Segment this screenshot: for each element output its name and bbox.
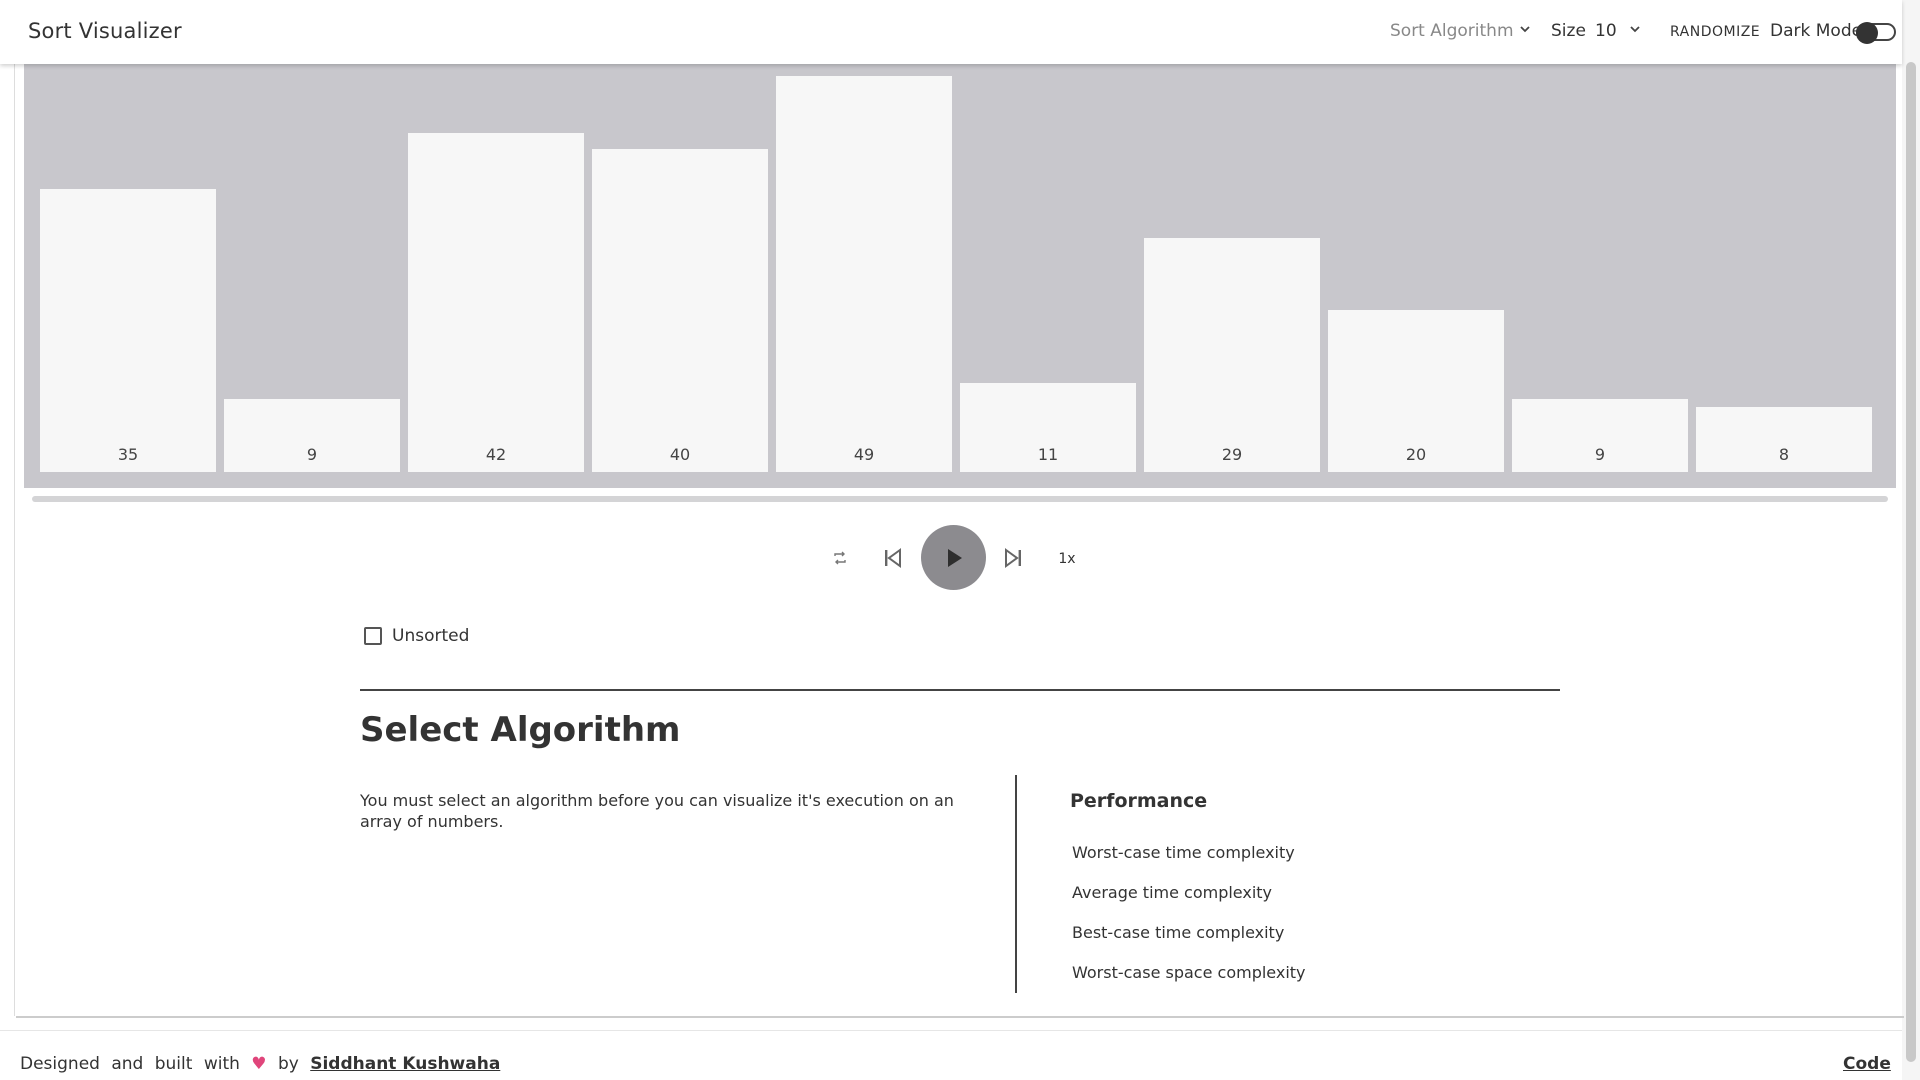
footer-prefix: Designed and built with — [20, 1054, 240, 1074]
footer-by: by — [277, 1054, 299, 1074]
vertical-divider — [1015, 775, 1017, 993]
repeat-button[interactable] — [828, 546, 852, 570]
author-link[interactable]: Siddhant Kushwaha — [310, 1054, 500, 1074]
bar-value-label: 20 — [1405, 445, 1427, 464]
page-border — [14, 64, 15, 1016]
progress-bar[interactable] — [32, 496, 1888, 502]
bar-value-label: 29 — [1221, 445, 1243, 464]
skip-previous-icon — [885, 548, 901, 568]
footer-divider — [16, 1016, 1904, 1018]
repeat-icon — [834, 551, 846, 565]
bar-value-label: 9 — [306, 445, 318, 464]
footer-credit: Designed and built with ♥ by Siddhant Ku… — [20, 1054, 500, 1074]
bar-value-label: 40 — [669, 445, 691, 464]
chevron-down-icon[interactable] — [1518, 22, 1532, 36]
bar-value-label: 35 — [117, 445, 139, 464]
chart-bar — [1144, 237, 1320, 472]
app-header: Sort Visualizer Sort Algorithm Size 10 R… — [0, 0, 1902, 64]
app-title: Sort Visualizer — [28, 19, 182, 43]
checkbox-label: Unsorted — [392, 626, 470, 646]
chart-bar — [40, 189, 216, 472]
unsorted-checkbox[interactable] — [364, 627, 382, 645]
dark-mode-label: Dark Mode — [1770, 21, 1863, 41]
dark-mode-toggle[interactable] — [1856, 22, 1896, 44]
previous-step-button[interactable] — [880, 544, 906, 572]
algorithm-select[interactable]: Sort Algorithm — [1390, 21, 1514, 41]
chart-bar — [408, 132, 584, 472]
play-icon — [947, 548, 962, 567]
size-select[interactable]: 10 — [1595, 21, 1617, 41]
algorithm-description: You must select an algorithm before you … — [360, 791, 954, 831]
page-scrollbar[interactable] — [1902, 0, 1920, 1080]
randomize-button[interactable]: RANDOMIZE — [1670, 24, 1760, 40]
chart-bar — [592, 148, 768, 472]
bar-value-label: 11 — [1037, 445, 1059, 464]
section-divider — [360, 689, 1560, 691]
bar-value-label: 8 — [1778, 445, 1790, 464]
unsorted-toggle[interactable]: Unsorted — [364, 626, 469, 646]
toggle-knob — [1856, 22, 1878, 44]
performance-item: Average time complexity — [1072, 883, 1273, 902]
chevron-down-icon[interactable] — [1628, 22, 1642, 36]
skip-next-icon — [1005, 548, 1021, 568]
code-link[interactable]: Code — [1843, 1054, 1891, 1074]
speed-button[interactable]: 1x — [1056, 549, 1078, 569]
section-title: Select Algorithm — [360, 710, 681, 750]
performance-item: Worst-case space complexity — [1072, 963, 1306, 982]
scrollbar-thumb[interactable] — [1906, 62, 1916, 1062]
performance-item: Best-case time complexity — [1072, 923, 1285, 942]
next-step-button[interactable] — [1000, 544, 1026, 572]
performance-item: Worst-case time complexity — [1072, 843, 1295, 862]
play-button[interactable] — [921, 525, 986, 590]
performance-title: Performance — [1070, 790, 1208, 812]
chart-bar — [776, 76, 952, 472]
size-label: Size — [1551, 21, 1586, 41]
bar-value-label: 42 — [485, 445, 507, 464]
bar-chart: 35 9 42 40 49 11 29 20 9 8 — [24, 64, 1896, 488]
bar-value-label: 9 — [1594, 445, 1606, 464]
heart-icon: ♥ — [251, 1054, 267, 1074]
bar-value-label: 49 — [853, 445, 875, 464]
